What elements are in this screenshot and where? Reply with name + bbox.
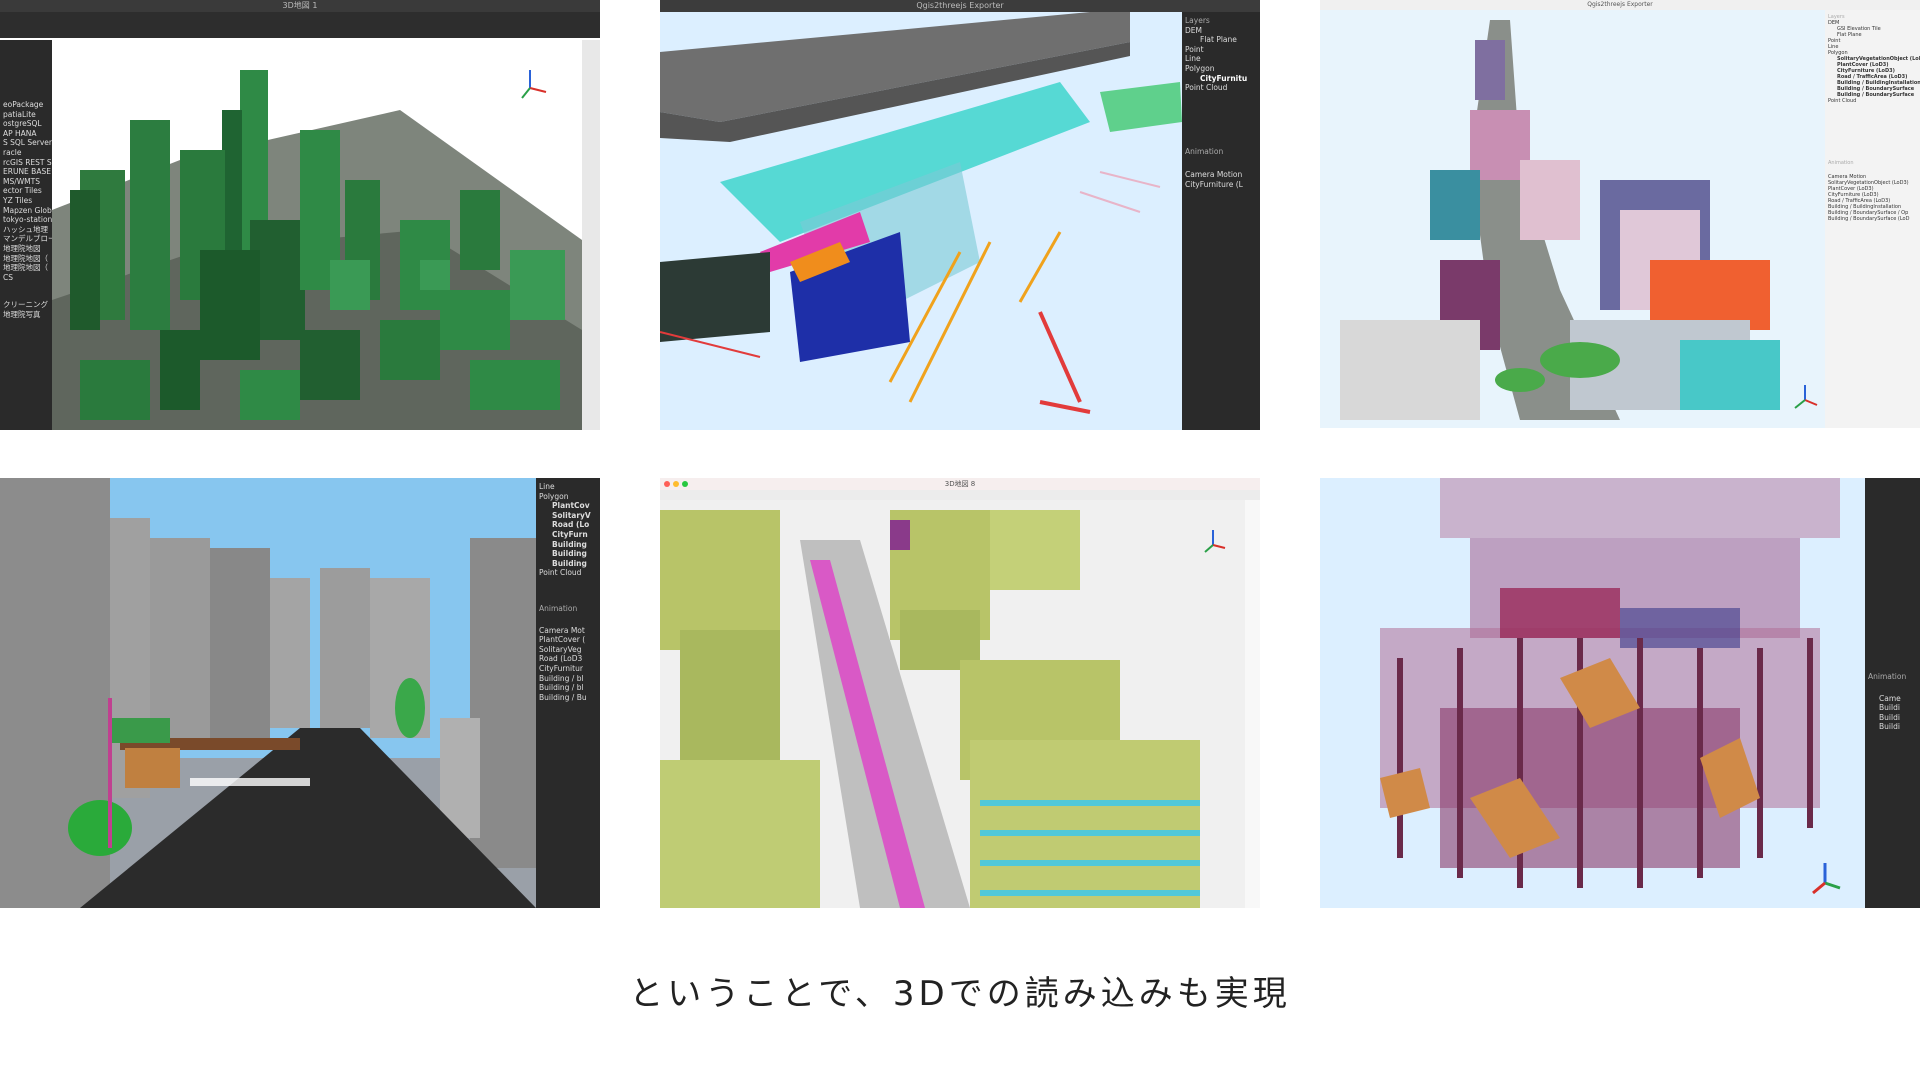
browser-item[interactable]: 地理院地図（ (0, 263, 52, 273)
layer-item[interactable]: Polygon (536, 492, 600, 502)
animation-item[interactable]: Buildi (1865, 713, 1920, 723)
browser-item[interactable]: eoPackage (0, 100, 52, 110)
layer-item[interactable]: PlantCov (536, 501, 600, 511)
browser-item[interactable]: patiaLite (0, 110, 52, 120)
nav-strip (1245, 500, 1260, 908)
olive-city-render (660, 500, 1245, 908)
browser-item[interactable]: ハッシュ地理 (0, 225, 52, 235)
layer-item[interactable]: Flat Plane (1182, 35, 1260, 45)
layer-item[interactable]: Building (536, 559, 600, 569)
screenshot-qgis2threejs-station: Qgis2threejs Exporter Layers DEM Flat Pl… (660, 0, 1260, 430)
street-level-render (0, 478, 536, 908)
browser-item[interactable]: S SQL Server (0, 138, 52, 148)
browser-item[interactable]: 地理院地図 (0, 244, 52, 254)
layer-item[interactable]: Line (1182, 54, 1260, 64)
browser-panel: eoPackage patiaLite ostgreSQL AP HANA S … (0, 40, 52, 430)
animation-item[interactable]: Buildi (1865, 703, 1920, 713)
layer-item[interactable]: Line (536, 482, 600, 492)
animation-item[interactable]: Camera Motion (1182, 170, 1260, 180)
toolbar (660, 490, 1260, 500)
screenshot-qgis-3d-map-olive: 3D地図 8 (660, 478, 1260, 908)
layers-panel: Layers DEM GSI Elevation Tile Flat Plane… (1825, 10, 1920, 428)
green-city-render (52, 40, 582, 430)
screenshot-qgis2threejs-street: Qgis2threejs Exporter Layers DEM GSI Ele… (1320, 0, 1920, 430)
layers-heading: Layers (1185, 16, 1210, 25)
nav-strip (582, 40, 600, 430)
structure-render (1320, 478, 1865, 908)
browser-item[interactable]: CS (0, 273, 52, 283)
screenshot-qgis-3d-map-green: 3D地図 1 eoPackage patiaLite ostgreSQL AP … (0, 0, 600, 430)
animation-item[interactable]: Came (1865, 694, 1920, 704)
layer-item[interactable]: DEM (1182, 26, 1260, 36)
browser-item[interactable]: 地理院地図（ (0, 254, 52, 264)
animation-item[interactable]: CityFurniture (L (1182, 180, 1260, 190)
window-title: Qgis2threejs Exporter (660, 0, 1260, 12)
layer-item[interactable]: クリーニング (0, 300, 52, 310)
window-title: Qgis2threejs Exporter (1320, 0, 1920, 10)
street-render (1320, 10, 1825, 428)
animation-item[interactable]: CityFurnitur (536, 664, 600, 674)
station-render (660, 12, 1182, 430)
animation-item[interactable]: PlantCover ( (536, 635, 600, 645)
animation-panel: Animation Came Buildi Buildi Buildi (1865, 478, 1920, 908)
browser-item[interactable]: Mapzen Globa (0, 206, 52, 216)
animation-item[interactable]: Buildi (1865, 722, 1920, 732)
browser-item[interactable]: ector Tiles (0, 186, 52, 196)
layer-item[interactable]: Point Cloud (536, 568, 600, 578)
layer-item[interactable]: Point Cloud (1182, 83, 1260, 93)
animation-item[interactable]: SolitaryVeg (536, 645, 600, 655)
layer-item[interactable]: CityFurnitu (1182, 74, 1260, 84)
screenshot-transparent-buildings: Animation Came Buildi Buildi Buildi (1320, 478, 1920, 908)
layer-item[interactable]: 地理院写真 (0, 310, 52, 320)
browser-item[interactable]: ERUNE BASE (0, 167, 52, 177)
animation-item[interactable]: Building / bl (536, 674, 600, 684)
browser-item[interactable]: AP HANA (0, 129, 52, 139)
animation-item[interactable]: Camera Mot (536, 626, 600, 636)
browser-item[interactable]: ostgreSQL (0, 119, 52, 129)
toolbar (0, 12, 600, 38)
browser-item[interactable]: マンデルブロー (0, 234, 52, 244)
layer-item[interactable]: Building (536, 540, 600, 550)
layer-item[interactable]: CityFurn (536, 530, 600, 540)
titlebar: 3D地図 8 (660, 478, 1260, 490)
slide-caption: ということで、3Dでの読み込みも実現 (629, 974, 1291, 1014)
animation-item[interactable]: Road (LoD3 (536, 654, 600, 664)
browser-item[interactable]: tokyo-station- (0, 215, 52, 225)
screenshot-street-level: Line Polygon PlantCov SolitaryV Road (Lo… (0, 478, 600, 908)
animation-heading: Animation (1185, 146, 1224, 156)
window-title: 3D地図 8 (944, 480, 976, 488)
browser-item[interactable]: racle (0, 148, 52, 158)
animation-item[interactable]: Building / bl (536, 683, 600, 693)
layer-item[interactable]: Road (Lo (536, 520, 600, 530)
animation-heading: Animation (1868, 672, 1907, 681)
animation-item[interactable]: Building / Bu (536, 693, 600, 703)
layers-panel: Layers DEM Flat Plane Point Line Polygon… (1182, 12, 1260, 430)
animation-heading: Animation (539, 603, 578, 613)
layer-item[interactable]: SolitaryV (536, 511, 600, 521)
layer-item[interactable]: Polygon (1182, 64, 1260, 74)
layer-item[interactable]: Building (536, 549, 600, 559)
browser-item[interactable]: MS/WMTS (0, 177, 52, 187)
layer-item[interactable]: Point (1182, 45, 1260, 55)
window-title: 3D地図 1 (0, 0, 600, 12)
layers-panel: Line Polygon PlantCov SolitaryV Road (Lo… (536, 478, 600, 908)
browser-item[interactable]: YZ Tiles (0, 196, 52, 206)
animation-item[interactable]: Building / BoundarySurface (LoD (1825, 216, 1920, 222)
browser-item[interactable]: rcGIS REST Serv (0, 158, 52, 168)
